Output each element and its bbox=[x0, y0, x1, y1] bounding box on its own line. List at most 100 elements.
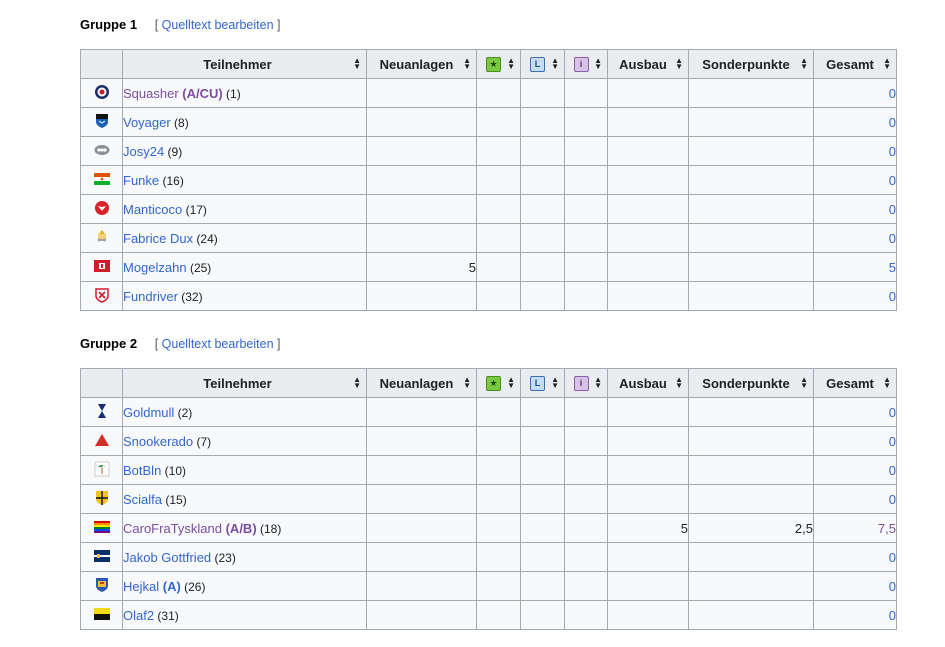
sonderpunkte-column-header[interactable]: Sonderpunkte ▲ ▼ bbox=[688, 49, 814, 79]
ausbau-cell bbox=[607, 281, 689, 311]
clock-cell bbox=[520, 281, 565, 311]
participant-link[interactable]: Hejkal bbox=[123, 579, 159, 594]
flag-cell bbox=[80, 426, 123, 456]
sort-icon: ▲ ▼ bbox=[883, 56, 891, 71]
gesamt-cell: 0 bbox=[813, 194, 897, 224]
participant-number: (16) bbox=[159, 173, 184, 188]
sonderpunkte-column-header[interactable]: Sonderpunkte ▲ ▼ bbox=[688, 368, 814, 398]
edit-source-link[interactable]: Quelltext bearbeiten bbox=[162, 337, 274, 351]
participant-number: (8) bbox=[170, 115, 189, 130]
star-cell bbox=[476, 600, 521, 630]
participant-number: (7) bbox=[193, 434, 212, 449]
participant-link[interactable]: Voyager bbox=[123, 115, 171, 130]
ausbau-cell bbox=[607, 194, 689, 224]
participant-link[interactable]: Scialfa bbox=[123, 492, 162, 507]
participant-link[interactable]: BotBln bbox=[123, 463, 161, 478]
flag-icon bbox=[96, 403, 108, 422]
sonderpunkte-cell bbox=[688, 281, 814, 311]
neuanlagen-column-header[interactable]: Neuanlagen ▲ ▼ bbox=[366, 49, 477, 79]
group-1-heading: Gruppe 1 [ Quelltext bearbeiten ] bbox=[80, 17, 281, 33]
participant-link[interactable]: Manticoco bbox=[123, 202, 182, 217]
info-cell bbox=[564, 78, 608, 108]
table-row: Squasher (A/CU) (1) 0 bbox=[80, 78, 897, 108]
participant-cell: BotBln (10) bbox=[122, 455, 367, 485]
flag-icon bbox=[93, 259, 110, 275]
flag-cell bbox=[80, 397, 123, 427]
star-cell bbox=[476, 252, 521, 282]
neuanlagen-cell bbox=[366, 165, 477, 195]
group-title: Gruppe 1 bbox=[80, 17, 138, 32]
info-column-header[interactable]: i ▲ ▼ bbox=[564, 49, 608, 79]
participant-cell: Fabrice Dux (24) bbox=[122, 223, 367, 253]
gesamt-cell: 0 bbox=[813, 571, 897, 601]
gesamt-cell: 0 bbox=[813, 484, 897, 514]
table-row: BotBln (10) 0 bbox=[80, 455, 897, 485]
clock-column-header[interactable]: L ▲ ▼ bbox=[520, 368, 565, 398]
star-column-header[interactable]: ★ ▲ ▼ bbox=[476, 49, 521, 79]
info-cell bbox=[564, 513, 608, 543]
star-column-header[interactable]: ★ ▲ ▼ bbox=[476, 368, 521, 398]
flag-icon bbox=[94, 144, 110, 159]
sort-icon: ▲ ▼ bbox=[507, 375, 515, 390]
info-column-header[interactable]: i ▲ ▼ bbox=[564, 368, 608, 398]
participant-link[interactable]: Olaf2 bbox=[123, 608, 154, 623]
admin-flag-link[interactable]: (A/CU) bbox=[179, 86, 222, 101]
ausbau-column-header[interactable]: Ausbau ▲ ▼ bbox=[607, 368, 689, 398]
participant-link[interactable]: Fabrice Dux bbox=[123, 231, 193, 246]
edit-source-link[interactable]: Quelltext bearbeiten bbox=[162, 18, 274, 32]
group-1-table: Teilnehmer ▲ ▼ Neuanlagen ▲ ▼ ★ ▲ ▼ L ▲ ▼ i ▲ ▼ Ausbau ▲… bbox=[80, 49, 897, 311]
neuanlagen-cell bbox=[366, 397, 477, 427]
neuanlagen-cell bbox=[366, 281, 477, 311]
participant-link[interactable]: Josy24 bbox=[123, 144, 164, 159]
neuanlagen-cell bbox=[366, 455, 477, 485]
flag-icon bbox=[94, 84, 110, 103]
column-label: Teilnehmer bbox=[203, 56, 272, 72]
info-cell bbox=[564, 426, 608, 456]
participant-link[interactable]: Fundriver bbox=[123, 289, 178, 304]
ausbau-cell bbox=[607, 571, 689, 601]
info-cell bbox=[564, 571, 608, 601]
participant-number: (17) bbox=[182, 202, 207, 217]
flag-cell bbox=[80, 194, 123, 224]
participant-link[interactable]: Squasher bbox=[123, 86, 179, 101]
admin-flag-link[interactable]: (A) bbox=[159, 579, 181, 594]
participant-link[interactable]: Snookerado bbox=[123, 434, 193, 449]
table-row: Olaf2 (31) 0 bbox=[80, 600, 897, 630]
clock-cell bbox=[520, 136, 565, 166]
flag-cell bbox=[80, 78, 123, 108]
star-cell bbox=[476, 107, 521, 137]
sort-icon: ▲ ▼ bbox=[800, 56, 808, 71]
participant-number: (18) bbox=[256, 521, 282, 536]
gesamt-cell: 0 bbox=[813, 397, 897, 427]
teilnehmer-column-header[interactable]: Teilnehmer ▲ ▼ bbox=[122, 49, 367, 79]
ausbau-cell bbox=[607, 252, 689, 282]
participant-link[interactable]: CaroFraTyskland bbox=[123, 521, 222, 536]
clock-cell bbox=[520, 455, 565, 485]
ausbau-column-header[interactable]: Ausbau ▲ ▼ bbox=[607, 49, 689, 79]
neuanlagen-column-header[interactable]: Neuanlagen ▲ ▼ bbox=[366, 368, 477, 398]
flag-icon bbox=[95, 490, 109, 509]
clock-column-header[interactable]: L ▲ ▼ bbox=[520, 49, 565, 79]
star-cell bbox=[476, 281, 521, 311]
sort-icon: ▲ ▼ bbox=[353, 375, 361, 390]
flag-cell bbox=[80, 542, 123, 572]
participant-link[interactable]: Funke bbox=[123, 173, 159, 188]
flag-icon bbox=[93, 549, 110, 565]
gesamt-column-header[interactable]: Gesamt ▲ ▼ bbox=[813, 368, 897, 398]
star-cell bbox=[476, 78, 521, 108]
participant-number: (23) bbox=[211, 550, 236, 565]
admin-flag-link[interactable]: (A/B) bbox=[222, 521, 257, 536]
teilnehmer-column-header[interactable]: Teilnehmer ▲ ▼ bbox=[122, 368, 367, 398]
neuanlagen-cell bbox=[366, 223, 477, 253]
gesamt-column-header[interactable]: Gesamt ▲ ▼ bbox=[813, 49, 897, 79]
participant-cell: Mogelzahn (25) bbox=[122, 252, 367, 282]
participant-link[interactable]: Goldmull bbox=[123, 405, 174, 420]
flag-cell bbox=[80, 252, 123, 282]
neuanlagen-cell bbox=[366, 136, 477, 166]
sonderpunkte-cell bbox=[688, 107, 814, 137]
flag-cell bbox=[80, 107, 123, 137]
participant-link[interactable]: Jakob Gottfried bbox=[123, 550, 211, 565]
table-row: Manticoco (17) 0 bbox=[80, 194, 897, 224]
flag-cell bbox=[80, 281, 123, 311]
participant-link[interactable]: Mogelzahn bbox=[123, 260, 187, 275]
